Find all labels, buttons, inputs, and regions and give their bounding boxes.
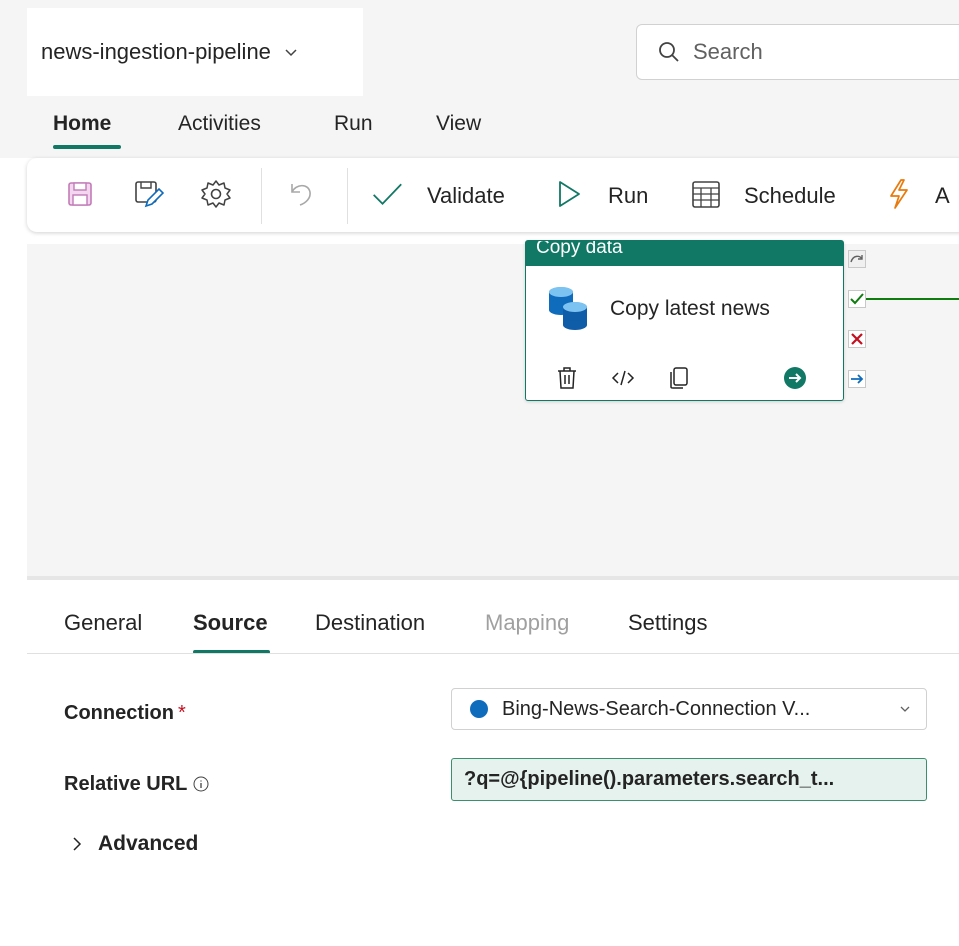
required-marker: * [178, 702, 186, 724]
undo-button[interactable] [286, 178, 318, 210]
skip-port[interactable] [847, 249, 867, 269]
fail-x-icon [848, 330, 866, 348]
tab-mapping: Mapping [485, 610, 570, 635]
search-icon [659, 42, 679, 62]
save-icon [68, 182, 92, 206]
connection-select[interactable]: Bing-News-Search-Connection V... [451, 688, 927, 730]
pipeline-name-label: news-ingestion-pipeline [41, 39, 271, 64]
view-code-button[interactable] [610, 365, 636, 391]
settings-icon [201, 180, 231, 208]
connection-label: Connection * [64, 702, 186, 725]
trigger-button[interactable] [883, 178, 915, 210]
arrow-circle-right-icon [784, 367, 806, 389]
panel-splitter[interactable] [27, 576, 959, 580]
completion-port[interactable] [847, 369, 867, 389]
relative-url-label-text: Relative URL [64, 773, 188, 795]
tab-general[interactable]: General [64, 610, 142, 636]
advanced-label: Advanced [98, 832, 199, 855]
run-button[interactable] [553, 178, 585, 210]
validate-button[interactable] [371, 178, 403, 210]
connection-value: Bing-News-Search-Connection V... [502, 697, 811, 720]
completion-arrow-icon [848, 370, 866, 388]
schedule-button[interactable] [690, 178, 722, 210]
pipeline-name-dropdown[interactable]: news-ingestion-pipeline [27, 8, 363, 96]
run-label[interactable]: Run [608, 183, 648, 209]
chevron-down-icon [285, 49, 297, 57]
delete-activity-button[interactable] [554, 365, 580, 391]
copy-activity-button[interactable] [666, 365, 692, 391]
tab-run[interactable]: Run [334, 112, 373, 136]
search-placeholder: Search [693, 39, 763, 64]
copy-data-activity[interactable]: Copy data Copy latest news [525, 240, 844, 401]
calendar-icon [692, 181, 720, 208]
advanced-expander[interactable]: Advanced [70, 832, 198, 856]
validate-label[interactable]: Validate [427, 183, 505, 209]
schedule-label[interactable]: Schedule [744, 183, 836, 209]
toolbar-separator [261, 168, 262, 224]
relative-url-value: ?q=@{pipeline().parameters.search_t... [464, 768, 835, 790]
lightning-icon [890, 179, 908, 209]
tab-activities[interactable]: Activities [178, 112, 261, 136]
save-button[interactable] [64, 178, 96, 210]
go-to-activity-button[interactable] [782, 365, 808, 391]
success-connector-line [866, 298, 959, 300]
code-icon [611, 370, 635, 386]
active-tab-indicator [53, 145, 121, 149]
relative-url-input[interactable]: ?q=@{pipeline().parameters.search_t... [451, 758, 927, 801]
tab-destination[interactable]: Destination [315, 610, 425, 636]
success-check-icon [848, 290, 866, 308]
tab-view[interactable]: View [436, 112, 481, 136]
trash-icon [558, 367, 576, 389]
settings-button[interactable] [200, 178, 232, 210]
relative-url-label: Relative URL [64, 773, 209, 796]
save-as-button[interactable] [132, 178, 164, 210]
tab-source[interactable]: Source [193, 610, 268, 636]
skip-icon [848, 250, 866, 268]
checkmark-icon [373, 183, 402, 206]
toolbar-separator [347, 168, 348, 224]
undo-icon [291, 184, 311, 206]
copy-icon [670, 367, 688, 389]
database-copy-icon [549, 287, 587, 330]
bing-connection-icon [470, 700, 488, 718]
info-icon[interactable] [193, 776, 209, 792]
trigger-label[interactable]: A [935, 183, 950, 209]
chevron-down-icon [900, 706, 910, 712]
chevron-right-icon [73, 837, 82, 851]
tab-divider [27, 653, 959, 654]
connection-label-text: Connection [64, 702, 174, 724]
tab-home[interactable]: Home [53, 112, 111, 136]
success-port[interactable] [847, 289, 867, 309]
save-as-icon [135, 181, 164, 208]
activity-name: Copy latest news [610, 297, 770, 320]
tab-settings[interactable]: Settings [628, 610, 708, 636]
search-box[interactable]: Search [636, 24, 959, 80]
activity-type-label: Copy data [526, 241, 843, 266]
fail-port[interactable] [847, 329, 867, 349]
play-icon [559, 181, 580, 207]
